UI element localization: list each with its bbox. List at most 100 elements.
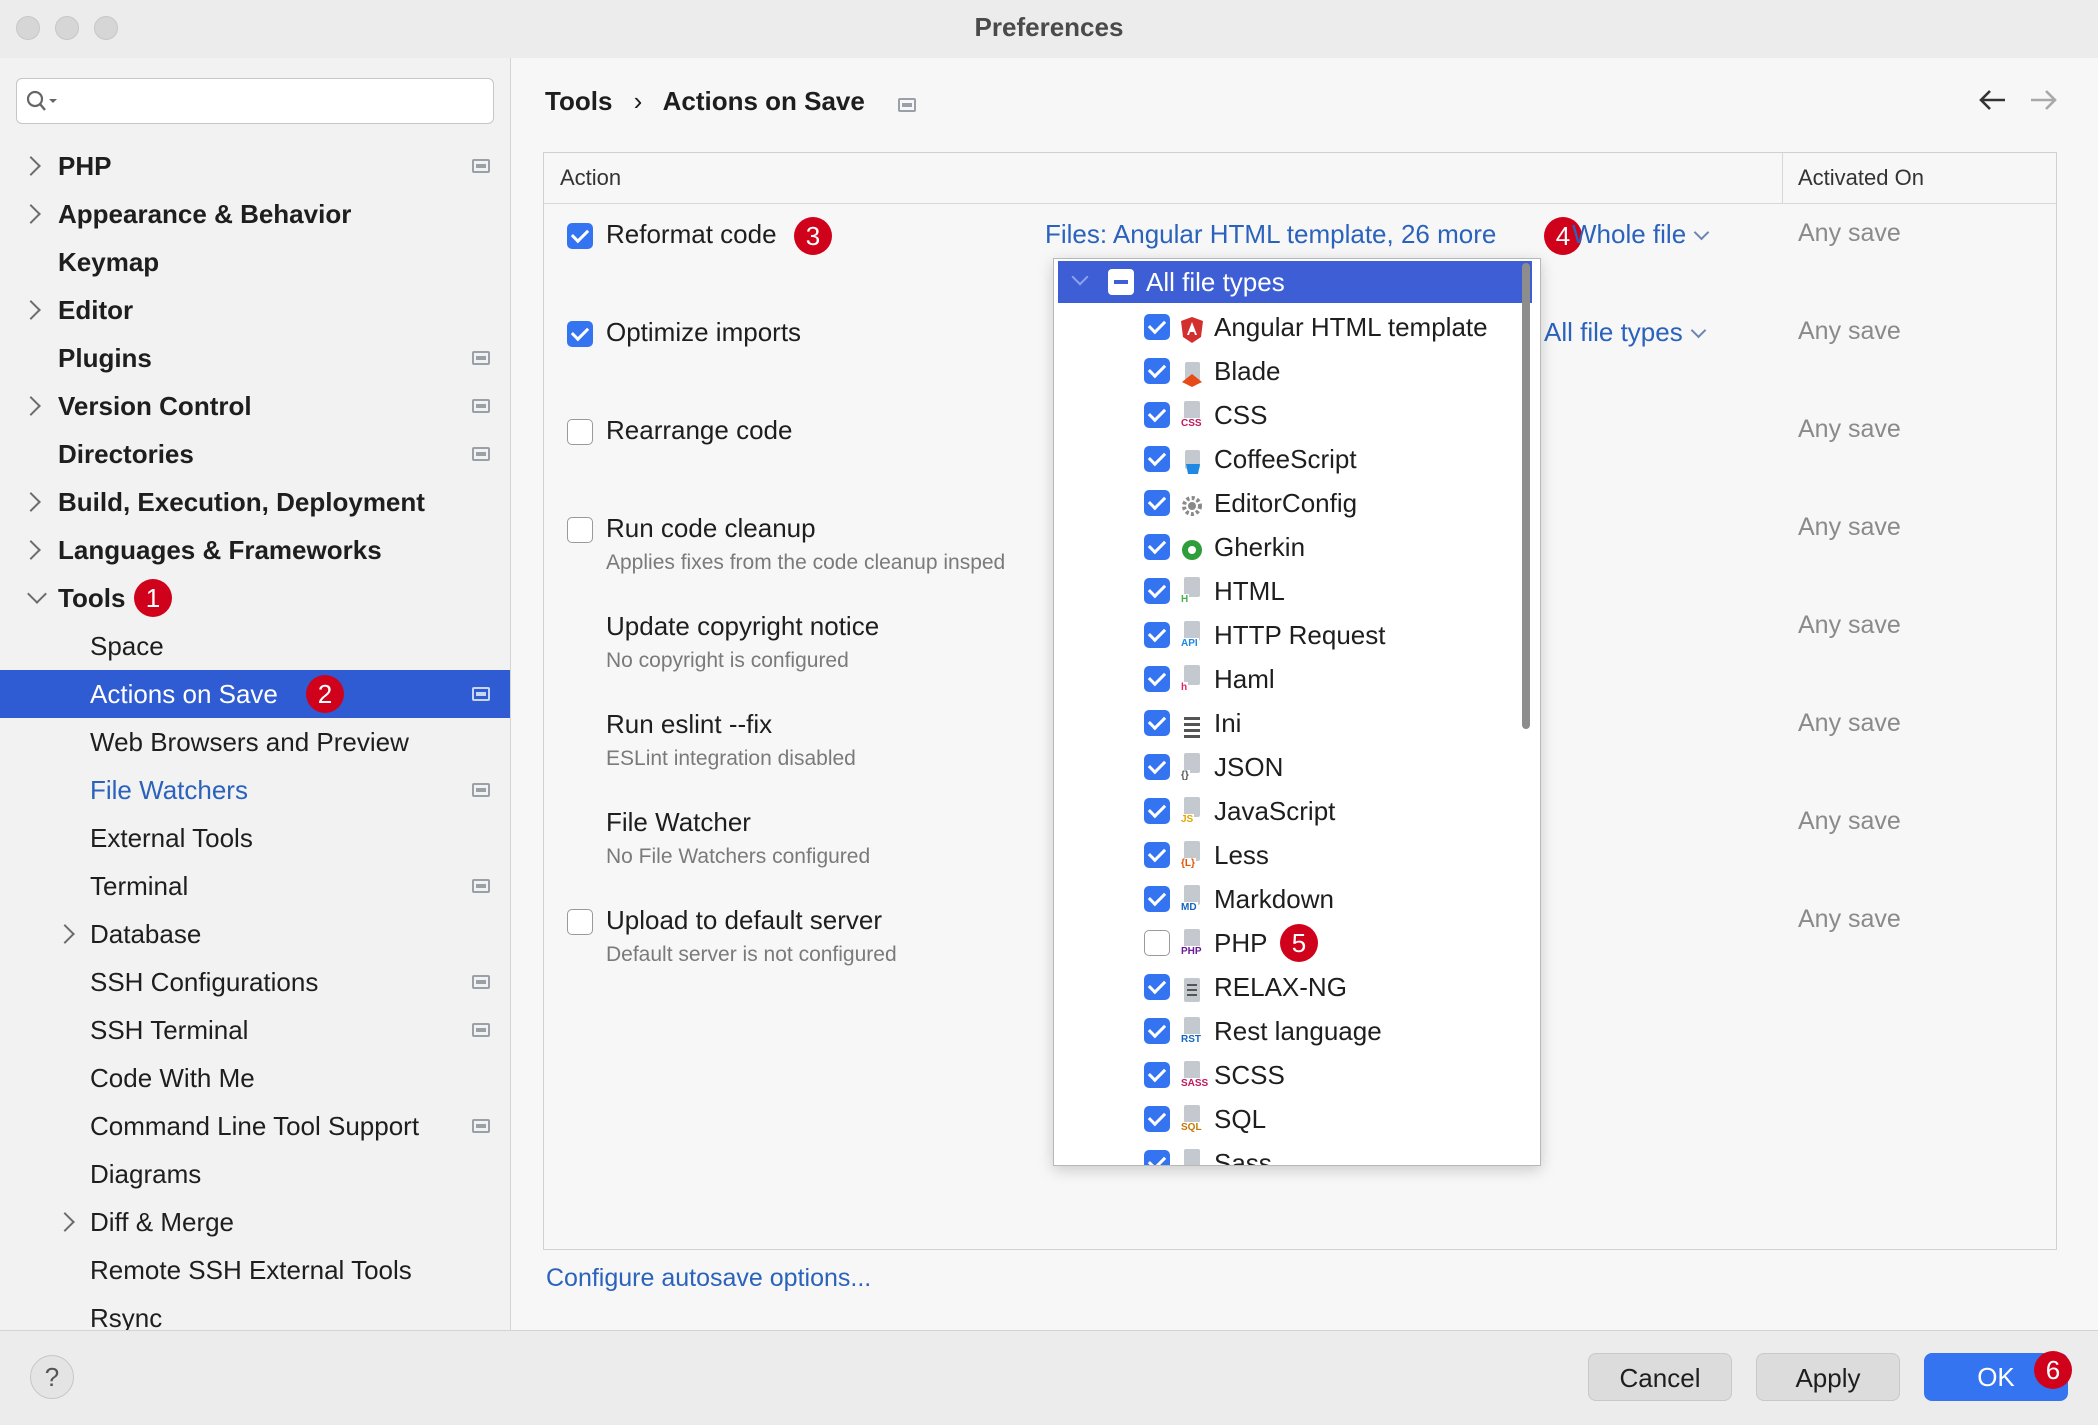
activated-on-value[interactable]: Any save <box>1798 415 1901 444</box>
column-header-activated-on[interactable]: Activated On <box>1798 153 1924 203</box>
activated-on-value[interactable]: Any save <box>1798 905 1901 934</box>
activated-on-value[interactable]: Any save <box>1798 513 1901 542</box>
file-type-item[interactable]: SQL SQL <box>1054 1097 1514 1141</box>
sidebar-item-diff-merge[interactable]: Diff & Merge <box>0 1198 510 1246</box>
sidebar-item-tools[interactable]: Tools 1 <box>0 574 510 622</box>
settings-search-input[interactable] <box>16 78 494 124</box>
sidebar-item-ssh-terminal[interactable]: SSH Terminal <box>0 1006 510 1054</box>
optimize-imports-checkbox[interactable] <box>567 321 593 347</box>
sidebar-item-languages-frameworks[interactable]: Languages & Frameworks <box>0 526 510 574</box>
file-type-checkbox[interactable] <box>1144 358 1170 384</box>
rearrange-code-checkbox[interactable] <box>567 419 593 445</box>
file-type-checkbox[interactable] <box>1144 710 1170 736</box>
sidebar-item-label: Remote SSH External Tools <box>90 1255 412 1285</box>
file-type-checkbox[interactable] <box>1144 446 1170 472</box>
activated-on-value[interactable]: Any save <box>1798 219 1901 248</box>
file-type-item[interactable]: Blade <box>1054 349 1514 393</box>
file-type-checkbox[interactable] <box>1144 886 1170 912</box>
file-type-checkbox[interactable] <box>1144 1018 1170 1044</box>
file-type-item[interactable]: {L} Less <box>1054 833 1514 877</box>
file-type-item[interactable]: CoffeeScript <box>1054 437 1514 481</box>
sidebar-item-external-tools[interactable]: External Tools <box>0 814 510 862</box>
file-type-checkbox[interactable] <box>1144 798 1170 824</box>
popup-scrollbar[interactable] <box>1522 263 1530 729</box>
file-type-item[interactable]: Angular HTML template <box>1054 305 1514 349</box>
sidebar-item-command-line-tool-support[interactable]: Command Line Tool Support <box>0 1102 510 1150</box>
upload-default-server-checkbox[interactable] <box>567 909 593 935</box>
file-type-item[interactable]: SASS SCSS <box>1054 1053 1514 1097</box>
file-type-checkbox[interactable] <box>1144 534 1170 560</box>
scope-dropdown[interactable]: All file types <box>1544 317 1707 348</box>
file-type-label: Angular HTML template <box>1214 312 1488 342</box>
sidebar-item-space[interactable]: Space <box>0 622 510 670</box>
file-type-item[interactable]: MD Markdown <box>1054 877 1514 921</box>
sidebar-item-php[interactable]: PHP <box>0 142 510 190</box>
file-type-checkbox[interactable] <box>1144 1106 1170 1132</box>
activated-on-value[interactable]: Any save <box>1798 709 1901 738</box>
activated-on-value[interactable]: Any save <box>1798 807 1901 836</box>
file-type-item[interactable]: H HTML <box>1054 569 1514 613</box>
file-type-item[interactable]: Sass <box>1054 1141 1514 1165</box>
apply-button[interactable]: Apply <box>1756 1353 1900 1401</box>
sidebar-item-file-watchers[interactable]: File Watchers <box>0 766 510 814</box>
sidebar-item-rsync[interactable]: Rsync <box>0 1294 510 1330</box>
file-type-checkbox[interactable] <box>1144 622 1170 648</box>
file-type-checkbox[interactable] <box>1144 974 1170 1000</box>
file-type-checkbox[interactable] <box>1144 578 1170 604</box>
file-type-item[interactable]: JS JavaScript <box>1054 789 1514 833</box>
sidebar-item-editor[interactable]: Editor <box>0 286 510 334</box>
file-type-checkbox[interactable] <box>1144 754 1170 780</box>
file-type-item[interactable]: Gherkin <box>1054 525 1514 569</box>
sidebar-item-actions-on-save[interactable]: Actions on Save 2 <box>0 670 510 718</box>
sidebar-item-terminal[interactable]: Terminal <box>0 862 510 910</box>
sidebar-item-keymap[interactable]: Keymap <box>0 238 510 286</box>
reformat-code-checkbox[interactable] <box>567 223 593 249</box>
sidebar-item-diagrams[interactable]: Diagrams <box>0 1150 510 1198</box>
file-type-item[interactable]: API HTTP Request <box>1054 613 1514 657</box>
file-type-checkbox[interactable] <box>1144 842 1170 868</box>
file-type-checkbox[interactable] <box>1144 930 1170 956</box>
sidebar-item-directories[interactable]: Directories <box>0 430 510 478</box>
file-type-item[interactable]: CSS CSS <box>1054 393 1514 437</box>
file-type-item[interactable]: h Haml <box>1054 657 1514 701</box>
file-type-checkbox[interactable] <box>1144 1062 1170 1088</box>
project-settings-icon <box>898 98 917 112</box>
sidebar-item-appearance-behavior[interactable]: Appearance & Behavior <box>0 190 510 238</box>
file-type-item[interactable]: Ini <box>1054 701 1514 745</box>
file-type-checkbox[interactable] <box>1144 1150 1170 1165</box>
file-type-item[interactable]: RELAX-NG <box>1054 965 1514 1009</box>
file-type-checkbox[interactable] <box>1144 314 1170 340</box>
file-type-checkbox[interactable] <box>1144 490 1170 516</box>
breadcrumb-parent[interactable]: Tools <box>545 86 612 116</box>
indeterminate-checkbox[interactable] <box>1108 269 1134 295</box>
sidebar-item-remote-ssh-external-tools[interactable]: Remote SSH External Tools <box>0 1246 510 1294</box>
cancel-button[interactable]: Cancel <box>1588 1353 1732 1401</box>
scss-file-icon: SASS <box>1180 1061 1210 1089</box>
run-code-cleanup-checkbox[interactable] <box>567 517 593 543</box>
activated-on-value[interactable]: Any save <box>1798 611 1901 640</box>
sidebar-item-database[interactable]: Database <box>0 910 510 958</box>
action-description: No copyright is configured <box>606 649 849 672</box>
file-type-item[interactable]: PHP PHP 5 <box>1054 921 1514 965</box>
scope-dropdown[interactable]: Whole file <box>1572 219 1710 250</box>
column-header-action[interactable]: Action <box>560 153 621 203</box>
activated-on-value[interactable]: Any save <box>1798 317 1901 346</box>
sidebar-item-web-browsers[interactable]: Web Browsers and Preview <box>0 718 510 766</box>
sidebar-item-version-control[interactable]: Version Control <box>0 382 510 430</box>
file-type-item[interactable]: {} JSON <box>1054 745 1514 789</box>
file-type-item[interactable]: EditorConfig <box>1054 481 1514 525</box>
file-type-item[interactable]: RST Rest language <box>1054 1009 1514 1053</box>
forward-arrow-icon[interactable] <box>2029 88 2059 112</box>
sidebar-item-ssh-configurations[interactable]: SSH Configurations <box>0 958 510 1006</box>
configure-autosave-link[interactable]: Configure autosave options... <box>546 1264 871 1293</box>
sidebar-item-build-execution-deployment[interactable]: Build, Execution, Deployment <box>0 478 510 526</box>
all-file-types-row[interactable]: All file types <box>1058 261 1532 303</box>
file-type-checkbox[interactable] <box>1144 402 1170 428</box>
ok-button[interactable]: OK 6 <box>1924 1351 2072 1401</box>
file-types-link[interactable]: Files: Angular HTML template, 26 more <box>1045 219 1496 250</box>
sidebar-item-code-with-me[interactable]: Code With Me <box>0 1054 510 1102</box>
file-type-checkbox[interactable] <box>1144 666 1170 692</box>
sidebar-item-plugins[interactable]: Plugins <box>0 334 510 382</box>
back-arrow-icon[interactable] <box>1977 88 2007 112</box>
help-button[interactable]: ? <box>30 1355 74 1399</box>
